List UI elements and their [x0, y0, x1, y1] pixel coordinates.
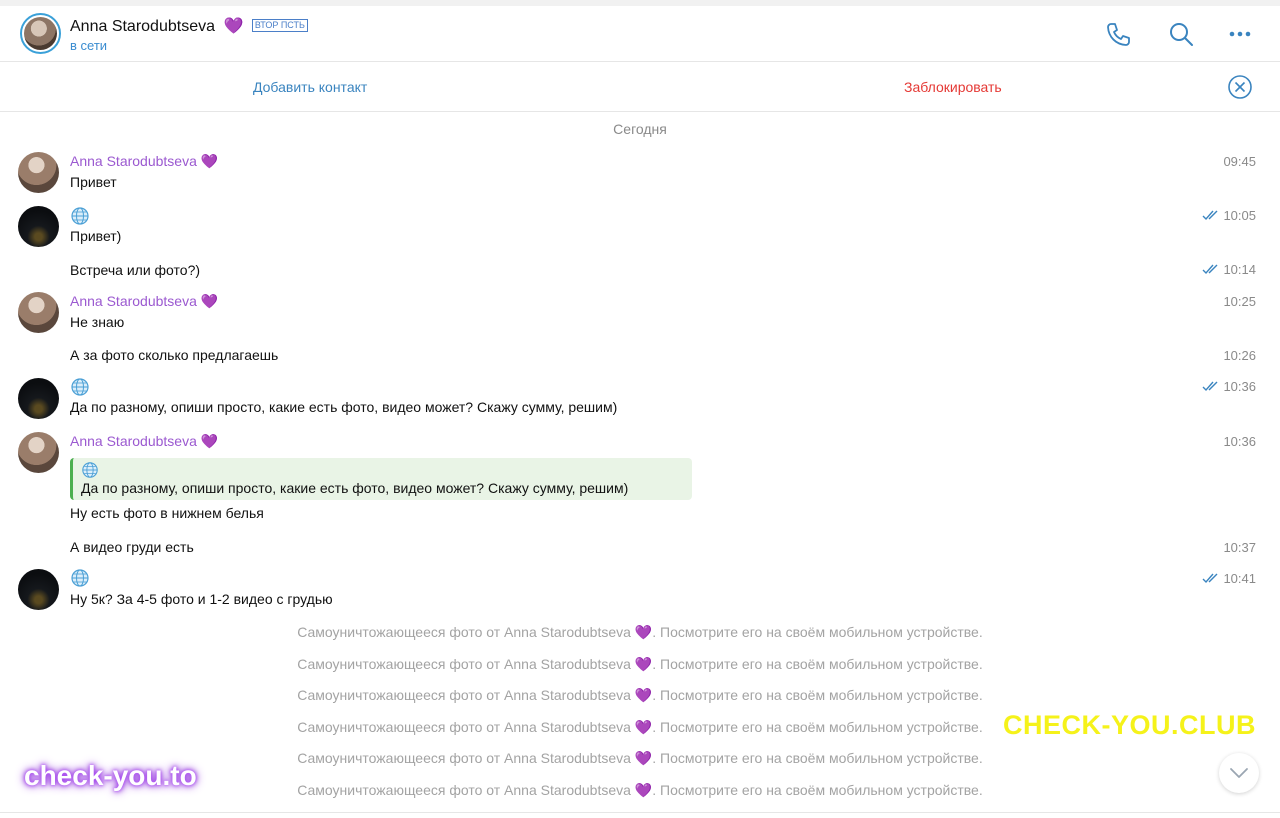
avatar[interactable] — [18, 152, 59, 193]
contact-avatar[interactable] — [20, 13, 61, 54]
sender-name[interactable]: Anna Starodubtseva 💜 — [70, 293, 218, 310]
phone-icon[interactable] — [1103, 19, 1133, 49]
read-ticks-icon — [1202, 381, 1218, 392]
block-button[interactable]: Заблокировать — [904, 79, 1002, 95]
status-badge: ВТОР ПСТЬ — [251, 19, 308, 32]
message-time: 10:36 — [1202, 379, 1256, 394]
read-ticks-icon — [1202, 264, 1218, 275]
message-text: Ну есть фото в нижнем белья — [70, 505, 264, 521]
divider — [0, 812, 1280, 813]
contact-action-bar: Добавить контакт Заблокировать — [0, 62, 1280, 112]
message-time: 10:26 — [1223, 348, 1256, 363]
message-time: 10:25 — [1223, 294, 1256, 309]
heart-emoji: 💜 — [223, 18, 244, 35]
read-ticks-icon — [1202, 573, 1218, 584]
reply-quote[interactable]: Да по разному, опиши просто, какие есть … — [70, 458, 692, 500]
message-time: 10:41 — [1202, 571, 1256, 586]
message-time: 10:05 — [1202, 208, 1256, 223]
date-separator: Сегодня — [613, 121, 667, 137]
message-text: А за фото сколько предлагаешь — [70, 347, 279, 363]
avatar[interactable] — [18, 432, 59, 473]
self-destruct-photo-notice[interactable]: Самоуничтожающееся фото от Anna Starodub… — [0, 656, 1280, 673]
globe-icon — [71, 378, 89, 396]
message-time: 10:36 — [1223, 434, 1256, 449]
message-text: Не знаю — [70, 314, 125, 330]
self-destruct-photo-notice[interactable]: Самоуничтожающееся фото от Anna Starodub… — [0, 687, 1280, 704]
scroll-down-button[interactable] — [1219, 753, 1259, 793]
message-time: 09:45 — [1223, 154, 1256, 169]
globe-icon — [82, 462, 98, 478]
close-icon[interactable] — [1227, 74, 1253, 100]
chat-header: Anna Starodubtseva 💜 ВТОР ПСТЬ в сети — [0, 6, 1280, 62]
message-text: Ну 5к? За 4-5 фото и 1-2 видео с грудью — [70, 591, 333, 607]
message-text: Привет) — [70, 228, 122, 244]
sender-name[interactable]: Anna Starodubtseva 💜 — [70, 433, 218, 450]
sender-name[interactable]: Anna Starodubtseva 💜 — [70, 153, 218, 170]
globe-icon — [71, 207, 89, 225]
message-time: 10:37 — [1223, 540, 1256, 555]
contact-name-text: Anna Starodubtseva — [70, 18, 215, 35]
quote-text: Да по разному, опиши просто, какие есть … — [81, 480, 629, 496]
more-icon[interactable] — [1226, 19, 1256, 49]
watermark-left: check-you.to — [24, 760, 197, 791]
read-ticks-icon — [1202, 210, 1218, 221]
message-text: А видео груди есть — [70, 539, 194, 555]
message-text: Привет — [70, 174, 117, 190]
message-text: Встреча или фото?) — [70, 262, 201, 278]
message-time: 10:14 — [1202, 262, 1256, 277]
globe-icon — [71, 569, 89, 587]
avatar[interactable] — [18, 206, 59, 247]
watermark-right: CHECK-YOU.CLUB — [1003, 710, 1256, 740]
avatar[interactable] — [18, 378, 59, 419]
self-destruct-photo-notice[interactable]: Самоуничтожающееся фото от Anna Starodub… — [0, 624, 1280, 641]
message-text: Да по разному, опиши просто, какие есть … — [70, 399, 618, 415]
search-icon[interactable] — [1166, 19, 1196, 49]
chevron-down-icon — [1230, 768, 1248, 778]
contact-status: в сети — [70, 38, 108, 53]
add-contact-button[interactable]: Добавить контакт — [253, 79, 367, 95]
avatar[interactable] — [18, 292, 59, 333]
contact-name[interactable]: Anna Starodubtseva 💜 ВТОР ПСТЬ — [70, 16, 308, 36]
avatar[interactable] — [18, 569, 59, 610]
